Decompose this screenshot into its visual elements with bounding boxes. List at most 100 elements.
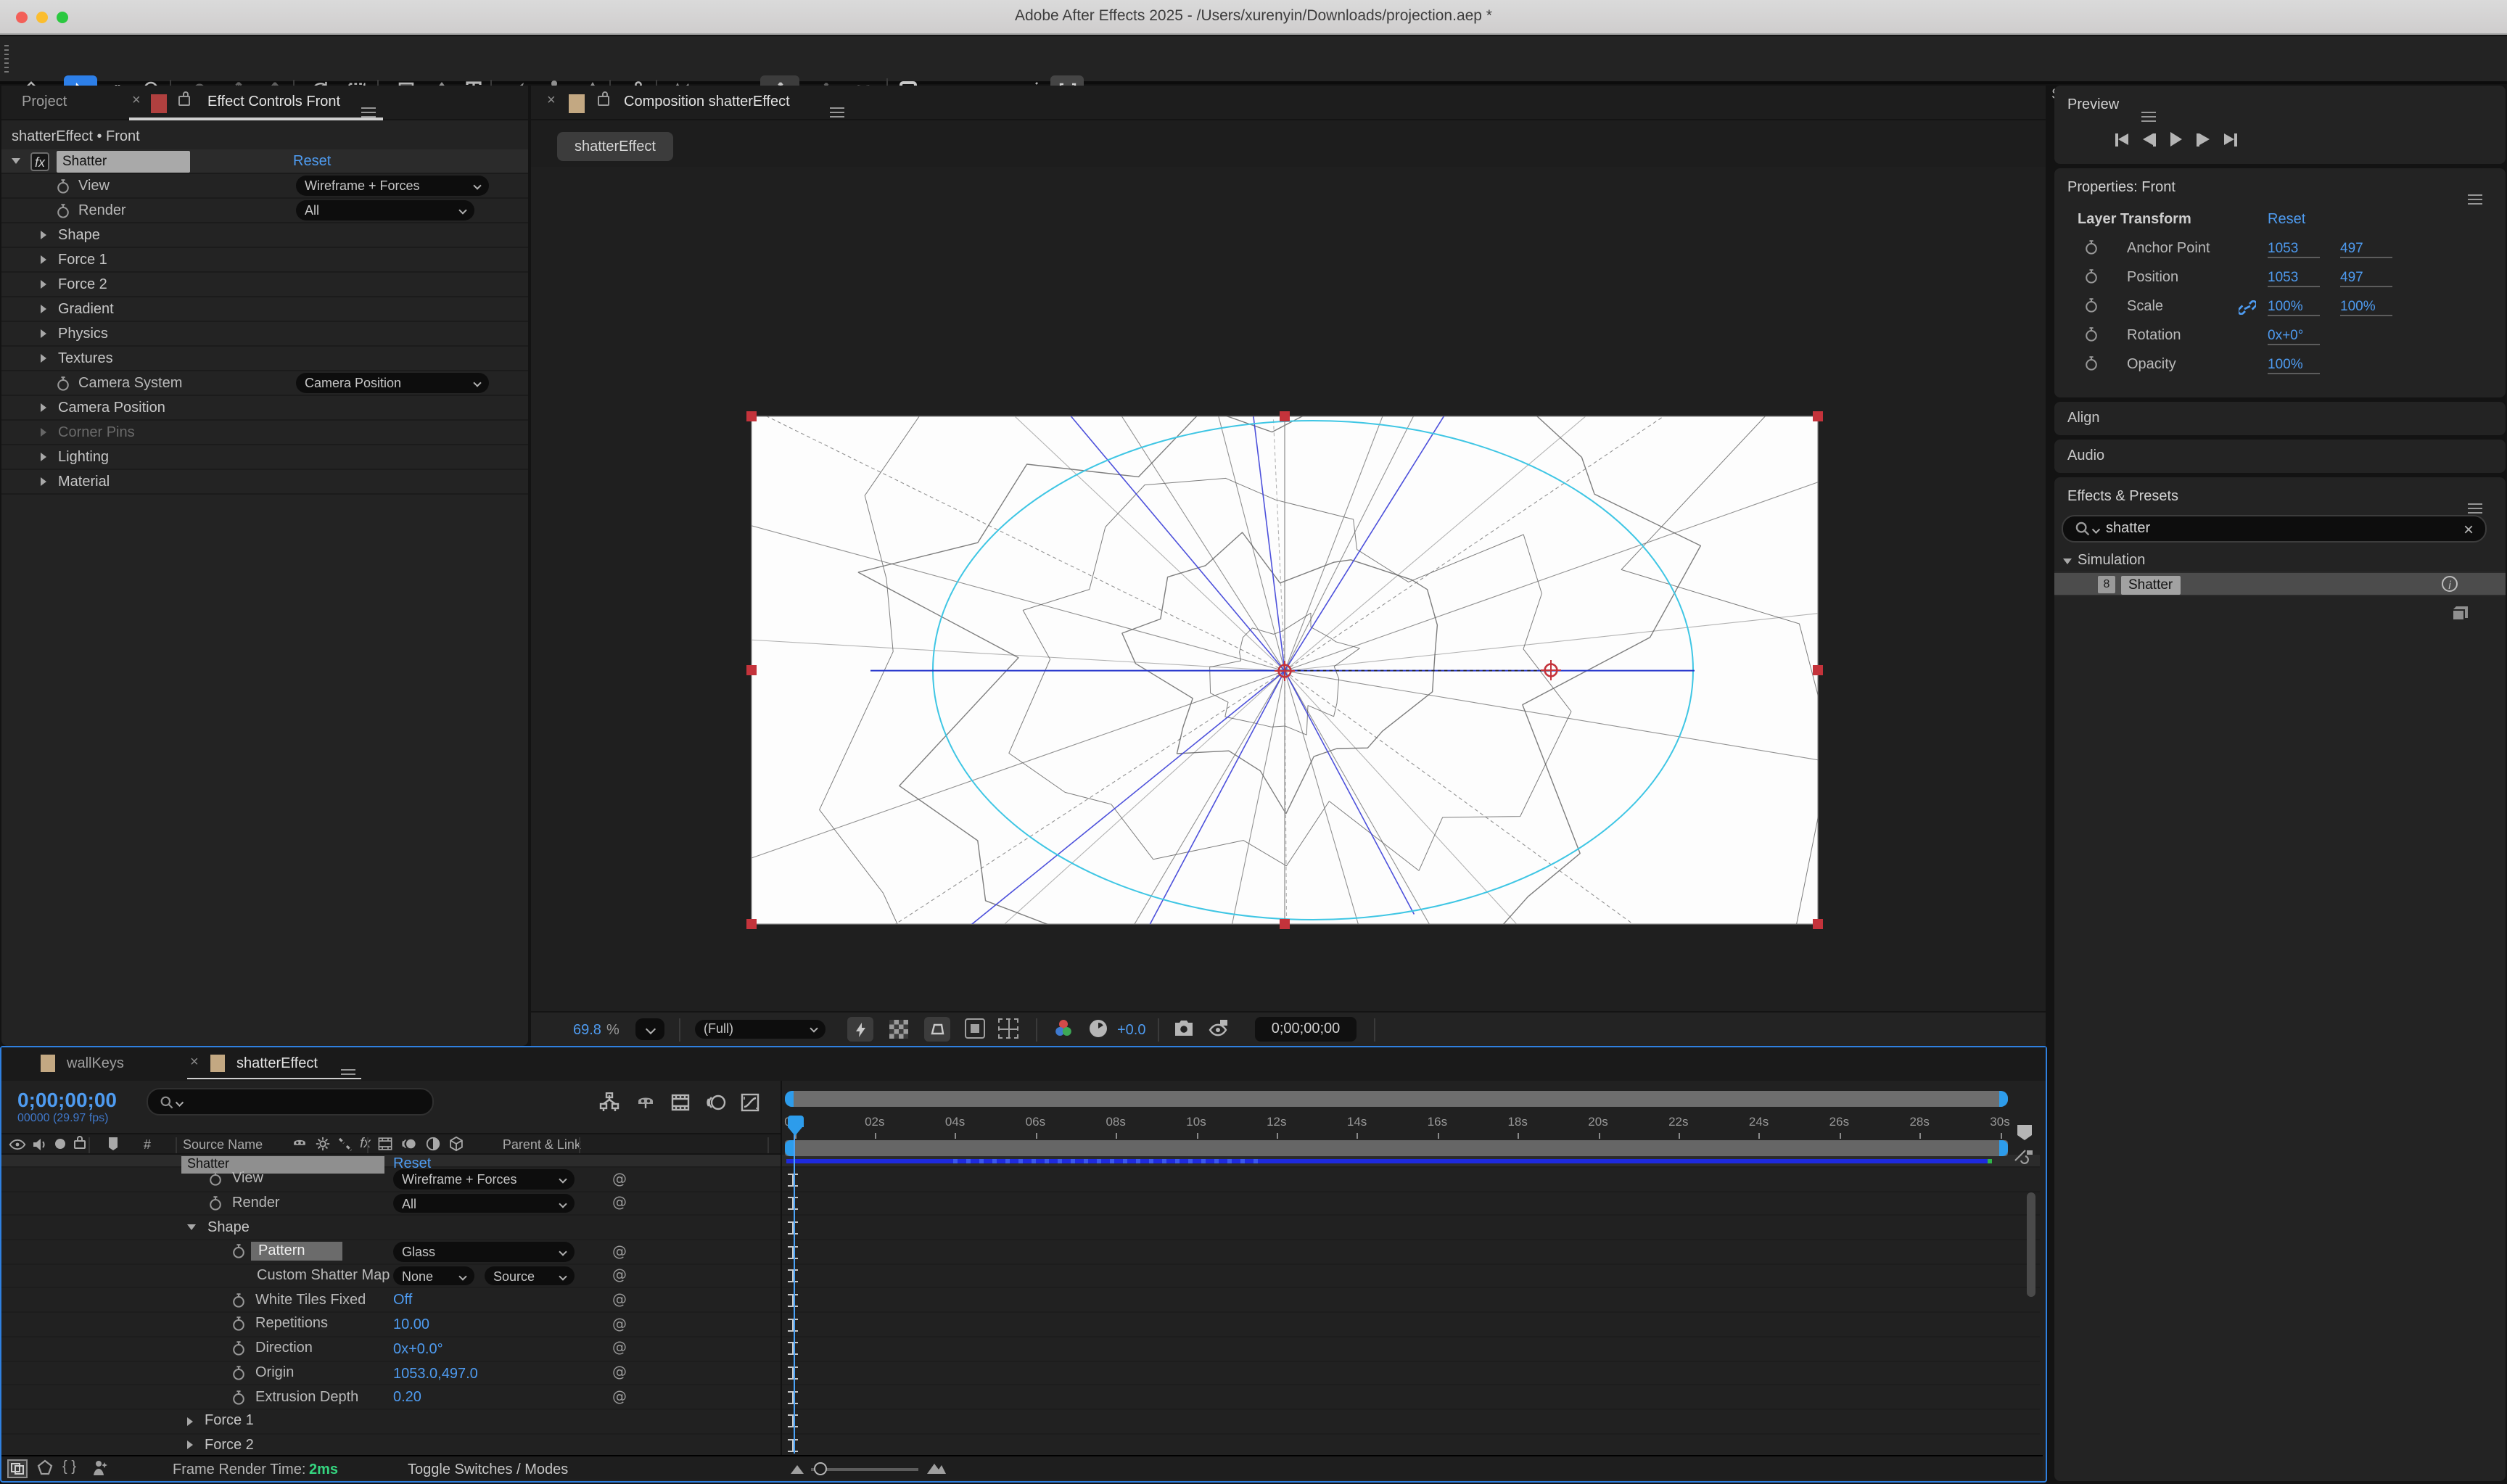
expand-icon[interactable] [41,329,46,338]
pattern-dropdown[interactable]: Glass [393,1242,575,1261]
layer-transform-handle[interactable] [1280,919,1290,929]
zoom-in-mountain-icon[interactable] [927,1459,946,1474]
transform-value-x[interactable]: 100% [2268,299,2320,316]
collapse-effect-icon[interactable] [12,158,20,164]
effect-group-physics[interactable]: Physics [1,322,528,347]
panel-menu-icon[interactable] [2468,493,2482,509]
effect-group-force2[interactable]: Force 2 [1,273,528,297]
layer-transform-handle[interactable] [1813,665,1823,675]
timeline-row-white-tiles-fixed[interactable]: White Tiles FixedOff@ [1,1289,2040,1313]
effect-group-textures[interactable]: Textures [1,347,528,371]
expand-icon[interactable] [41,477,46,486]
timeline-row-view[interactable]: ViewWireframe + Forces@ [1,1168,2040,1192]
stopwatch-icon[interactable] [2083,239,2099,255]
pick-whip-icon[interactable]: @ [612,1171,627,1187]
snapshot-icon[interactable] [1174,1018,1194,1042]
lock-icon[interactable] [598,96,609,106]
expand-icon[interactable] [41,231,46,239]
tab-composition[interactable]: Composition shatterEffect [624,94,790,110]
stopwatch-icon[interactable] [55,375,71,391]
transform-value-x[interactable]: 1053 [2268,241,2320,258]
layer-transform-handle[interactable] [1813,919,1823,929]
timeline-row-custom-shatter-map[interactable]: Custom Shatter MapNoneSource@ [1,1265,2040,1289]
stopwatch-icon[interactable] [231,1340,247,1356]
expand-icon[interactable] [41,280,46,289]
magnification-value[interactable]: 69.8 [573,1023,601,1039]
pick-whip-icon[interactable]: @ [612,1365,627,1381]
property-value[interactable]: Off [393,1293,412,1309]
timeline-row-shape[interactable]: Shape [1,1216,2040,1240]
exposure-value[interactable]: +0.0 [1117,1023,1146,1039]
motion-blur-toggle-icon[interactable] [36,1459,54,1481]
stopwatch-icon[interactable] [207,1195,223,1211]
close-tab-icon[interactable]: × [132,93,141,109]
close-tab-icon[interactable]: × [190,1055,199,1071]
comp-timecode-box[interactable]: 0;00;00;00 [1255,1017,1357,1042]
stopwatch-icon[interactable] [2083,355,2099,371]
effect-group-corner-pins[interactable]: Corner Pins [1,421,528,445]
magnification-dropdown[interactable] [635,1018,664,1040]
time-ruler[interactable]: 00s02s04s06s08s10s12s14s16s18s20s22s24s2… [781,1114,2008,1139]
effect-group-shape[interactable]: Shape [1,223,528,248]
toggle-switches-modes-button[interactable]: Toggle Switches / Modes [408,1462,568,1478]
stopwatch-icon[interactable] [2083,268,2099,284]
panel-menu-icon[interactable] [2141,102,2156,118]
show-snapshot-icon[interactable] [1207,1018,1229,1042]
collapse-icon[interactable] [187,1224,196,1230]
panel-menu-icon[interactable] [361,97,376,113]
panel-menu-icon[interactable] [830,97,844,113]
panel-menu-icon[interactable] [2468,184,2482,200]
brainstorm-toggle-icon[interactable]: { } [62,1459,78,1475]
effect-item-label[interactable]: Shatter [2121,575,2180,594]
playhead-line[interactable] [794,1116,796,1454]
effect-group-camera-position[interactable]: Camera Position [1,396,528,421]
region-of-interest-icon[interactable] [924,1017,950,1042]
navigator-start-handle[interactable] [785,1091,794,1107]
mask-visibility-icon[interactable] [965,1018,985,1039]
shatter-map-source-dropdown[interactable]: Source [485,1266,575,1286]
grid-guides-icon[interactable] [998,1018,1018,1039]
effect-group-material[interactable]: Material [1,470,528,495]
stopwatch-icon[interactable] [55,202,71,218]
timeline-zoom-slider-track[interactable] [811,1468,918,1470]
stopwatch-icon[interactable] [2083,297,2099,313]
frame-blending-icon[interactable] [670,1092,691,1117]
exposure-icon[interactable] [1088,1018,1108,1039]
shy-layers-icon[interactable] [635,1092,656,1117]
expand-icon[interactable] [41,428,46,437]
lock-icon[interactable] [178,96,190,106]
property-value[interactable]: 0.20 [393,1390,421,1406]
search-options-chevron[interactable] [2093,525,2100,532]
pick-whip-icon[interactable]: @ [612,1341,627,1357]
new-panel-icon[interactable] [2452,605,2469,625]
first-frame-button[interactable] [2115,133,2128,146]
timeline-zoom-slider-thumb[interactable] [814,1462,827,1475]
effect-group-force1[interactable]: Force 1 [1,248,528,273]
comp-marker-icon[interactable] [2014,1147,2034,1169]
category-simulation[interactable]: Simulation [2063,553,2145,569]
stopwatch-icon[interactable] [2083,326,2099,342]
expand-icon[interactable] [41,453,46,461]
expand-icon[interactable] [41,255,46,264]
comp-mini-flowchart-icon[interactable] [599,1092,619,1117]
shatter-map-dropdown[interactable]: None [393,1266,474,1286]
tab-shattereffect[interactable]: shatterEffect [236,1056,318,1072]
close-tab-icon[interactable]: × [547,93,556,109]
comp-nav-button[interactable]: shatterEffect [557,132,673,161]
time-navigator[interactable] [785,1091,2008,1107]
stopwatch-icon[interactable] [207,1171,223,1187]
effect-reset-link[interactable]: Reset [293,154,331,170]
layer-transform-handle[interactable] [746,919,757,929]
layer-transform-handle[interactable] [746,411,757,421]
channels-icon[interactable] [1053,1018,1074,1039]
clear-search-icon[interactable]: × [2463,519,2474,539]
zoom-out-mountain-icon[interactable] [791,1462,804,1474]
last-frame-button[interactable] [2224,133,2237,146]
stopwatch-icon[interactable] [231,1389,247,1405]
work-area-start-handle[interactable] [785,1140,794,1156]
resolution-dropdown[interactable]: (Full) [695,1019,826,1039]
next-frame-button[interactable] [2197,133,2210,146]
tab-effect-controls[interactable]: Effect Controls Front [207,94,340,110]
layer-transform-handle[interactable] [746,665,757,675]
view-dropdown[interactable]: Wireframe + Forces [393,1169,575,1189]
